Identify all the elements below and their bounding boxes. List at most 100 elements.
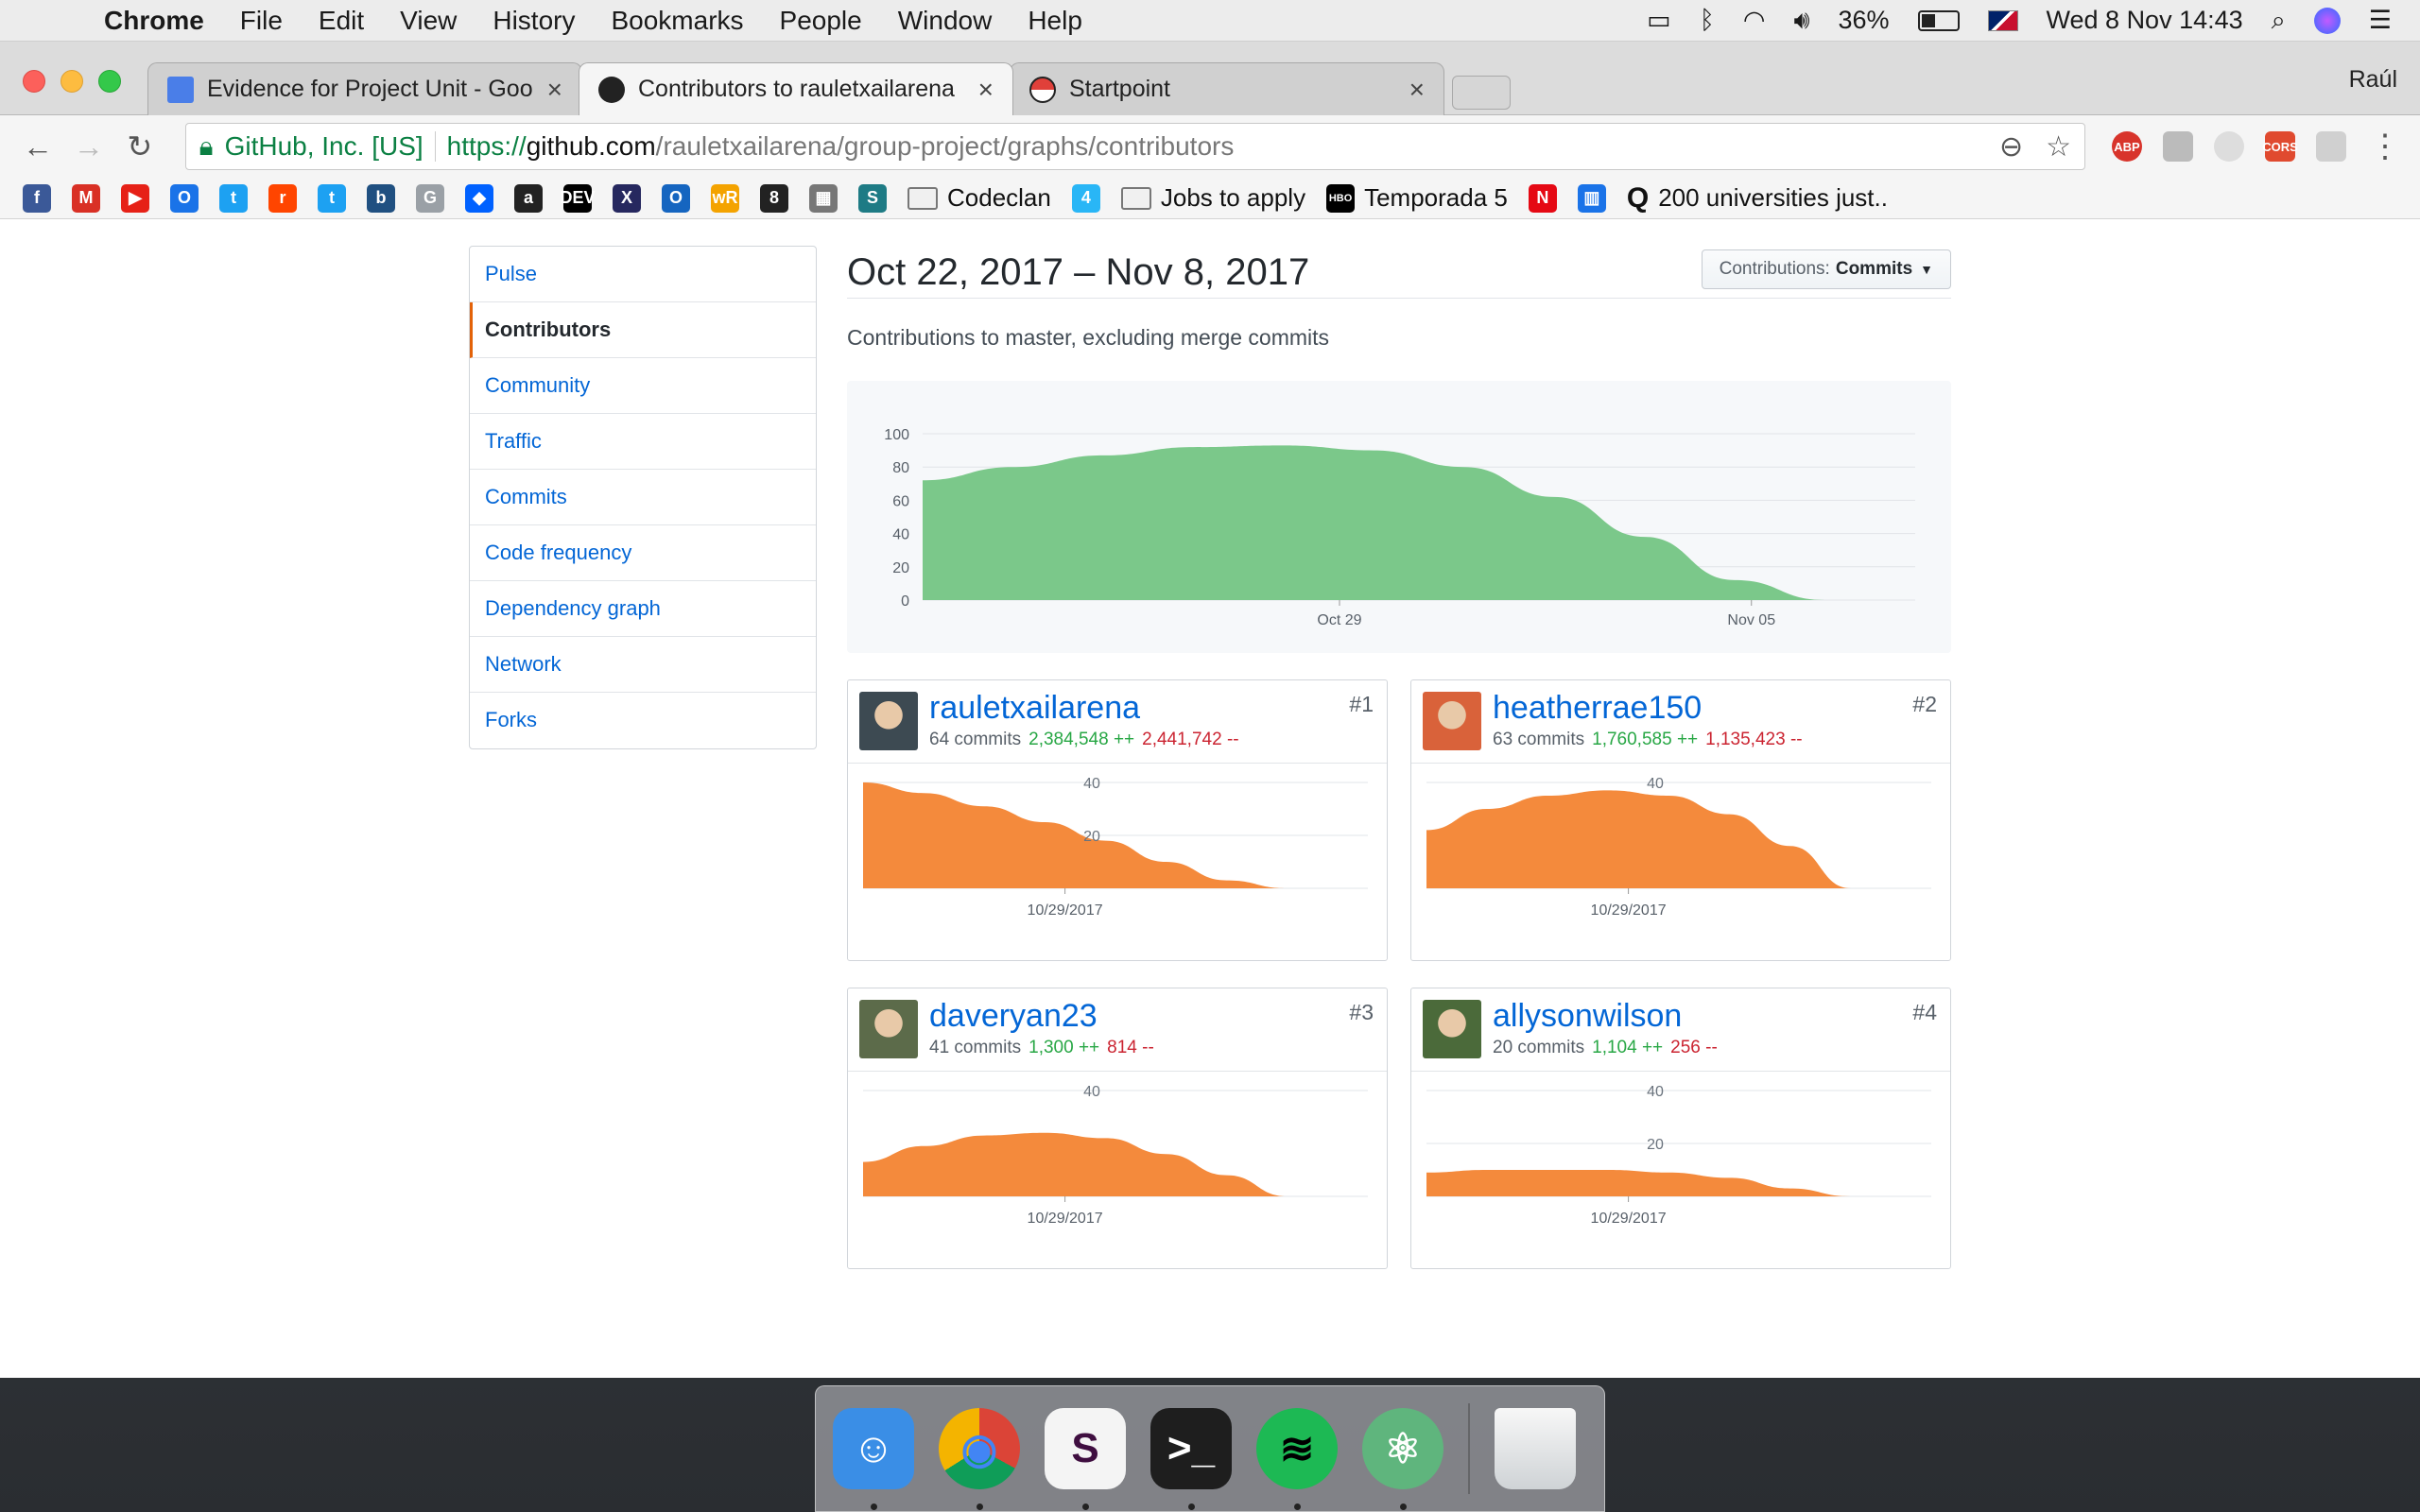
notification-center-icon[interactable]: ☰ [2369,6,2392,35]
youtube-icon[interactable]: ▶ [121,183,149,213]
chrome-menu-icon[interactable]: ⋮ [2369,128,2401,165]
extension-gray-icon[interactable] [2163,131,2194,162]
menu-edit[interactable]: Edit [319,6,364,36]
forward-icon[interactable]: → [70,129,108,164]
menubar-clock[interactable]: Wed 8 Nov 14:43 [2047,6,2243,35]
contributor-chart[interactable]: 40 10/29/2017 [848,1072,1387,1268]
xing-icon[interactable]: X [613,183,641,213]
atom-app[interactable]: ⚛ [1362,1408,1443,1510]
menu-file[interactable]: File [240,6,283,36]
airplay-icon[interactable]: ▭ [1647,6,1671,35]
avatar[interactable] [1423,692,1481,750]
dev-icon[interactable]: DEV [561,183,596,213]
sidenav-item-commits[interactable]: Commits [470,470,816,525]
contributor-login-link[interactable]: rauletxailarena [929,690,1140,727]
avatar[interactable] [859,692,918,750]
finder-app[interactable]: ☺ [833,1408,914,1510]
bookmark-item[interactable]: HBO Temporada 5 [1326,183,1508,213]
terminal-app[interactable]: >_ [1150,1408,1232,1510]
bookmark-star-icon[interactable]: ☆ [2046,130,2071,163]
avatar[interactable] [1423,1000,1481,1058]
contributor-login-link[interactable]: daveryan23 [929,998,1098,1035]
contributor-chart[interactable]: 40 10/29/2017 [1411,764,1950,960]
close-tab-icon[interactable]: × [978,75,994,105]
tab-google-doc[interactable]: Evidence for Project Unit - Goo × [147,62,582,115]
commit-count[interactable]: 63 commits [1493,730,1584,749]
sidenav-item-contributors[interactable]: Contributors [470,302,816,358]
siri-icon[interactable] [2313,7,2341,34]
gmail-icon[interactable]: M [72,183,100,213]
close-window-button[interactable] [23,70,45,93]
opera-icon[interactable]: O [170,183,199,213]
bookmark-item[interactable]: Q 200 universities just.. [1627,182,1888,215]
contributor-chart[interactable]: 20 40 10/29/2017 [1411,1072,1950,1268]
chrome-app[interactable]: ◉ [939,1408,1020,1510]
adblock-plus-icon[interactable]: ABP [2112,131,2143,162]
grid-icon[interactable]: ▦ [809,183,838,213]
menu-people[interactable]: People [780,6,862,36]
site-identity[interactable]: GitHub, Inc. [US] [225,131,436,162]
sidenav-item-forks[interactable]: Forks [470,693,816,748]
grammarly-icon[interactable]: G [416,183,444,213]
wordreference-icon[interactable]: wR [711,183,739,213]
slack-app[interactable]: S [1045,1408,1126,1510]
profile-name[interactable]: Raúl [2349,66,2397,94]
close-tab-icon[interactable]: × [547,75,562,105]
commit-count[interactable]: 20 commits [1493,1038,1584,1057]
tab-startpoint[interactable]: Startpoint × [1010,62,1444,115]
reload-icon[interactable]: ↻ [121,129,159,164]
eightball-icon[interactable]: 8 [760,183,788,213]
menu-app-name[interactable]: Chrome [104,6,204,36]
address-bar[interactable]: 🔒︎ GitHub, Inc. [US] https:// github.com… [184,123,2086,170]
lock-icon[interactable]: 🔒︎ [199,131,214,163]
menu-history[interactable]: History [493,6,575,36]
facebook-icon[interactable]: f [23,183,51,213]
wifi-icon[interactable]: ◠ [1743,6,1766,35]
sidenav-item-dependency-graph[interactable]: Dependency graph [470,581,816,637]
bookmark-item[interactable]: 4 [1071,183,1100,213]
battery-percent[interactable]: 36% [1838,6,1889,35]
sidenav-item-pulse[interactable]: Pulse [470,247,816,302]
menu-view[interactable]: View [400,6,457,36]
bookmark-item[interactable]: N [1528,183,1557,213]
spotify-app[interactable]: ≋ [1256,1408,1338,1510]
amazon-icon[interactable]: a [514,183,543,213]
bluetooth-icon[interactable]: ᛒ [1700,6,1715,35]
bitbucket-icon[interactable]: b [367,183,395,213]
new-tab-button[interactable] [1452,76,1511,110]
zoom-icon[interactable]: ⊖ [1999,130,2023,163]
spotlight-search-icon[interactable]: ⌕ [2272,6,2286,36]
contributor-chart[interactable]: 20 40 10/29/2017 [848,764,1387,960]
bookmark-item[interactable]: Jobs to apply [1120,183,1305,213]
dropbox-icon[interactable]: ◆ [465,183,493,213]
sidenav-item-network[interactable]: Network [470,637,816,693]
volume-icon[interactable]: 🔊︎ [1793,6,1809,36]
sidenav-item-code-frequency[interactable]: Code frequency [470,525,816,581]
input-source-flag-icon[interactable] [1987,9,2018,31]
twitter-icon-2[interactable]: t [318,183,346,213]
cors-extension-icon[interactable]: CORS [2262,131,2298,162]
reddit-icon[interactable]: r [268,183,297,213]
avatar[interactable] [859,1000,918,1058]
commit-count[interactable]: 41 commits [929,1038,1021,1057]
sidenav-item-traffic[interactable]: Traffic [470,414,816,470]
overview-chart[interactable]: 0 20 40 60 80 100 Oct 29 Nov 05 [847,381,1951,653]
twitter-icon[interactable]: t [219,183,248,213]
bookmark-item[interactable]: ▥ [1577,183,1606,213]
minimize-window-button[interactable] [60,70,83,93]
scribd-icon[interactable]: S [858,183,887,213]
back-icon[interactable]: ← [19,129,57,164]
menu-bookmarks[interactable]: Bookmarks [611,6,743,36]
menu-help[interactable]: Help [1028,6,1082,36]
contributor-login-link[interactable]: heatherrae150 [1493,690,1702,727]
ring-icon[interactable]: O [662,183,690,213]
battery-icon[interactable] [1917,9,1960,31]
sidenav-item-community[interactable]: Community [470,358,816,414]
extension-circle-icon[interactable] [2214,131,2245,162]
commit-count[interactable]: 64 commits [929,730,1021,749]
zoom-window-button[interactable] [98,70,121,93]
menu-window[interactable]: Window [898,6,993,36]
close-tab-icon[interactable]: × [1409,75,1425,105]
bookmark-item[interactable]: Codeclan [908,183,1051,213]
extension-snowflake-icon[interactable] [2316,131,2347,162]
